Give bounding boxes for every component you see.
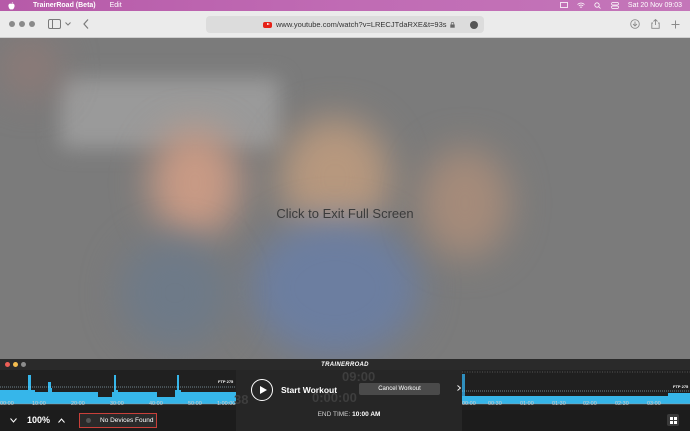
- tick-right-6: 03:00: [647, 401, 661, 407]
- zoom-decrease-icon[interactable]: [7, 414, 19, 426]
- cast-icon[interactable]: [560, 2, 568, 9]
- lock-icon: [449, 21, 455, 28]
- zoom-level: 100%: [27, 415, 51, 425]
- ghost-interval-time: 09:00: [342, 369, 376, 384]
- zoom-increase-icon[interactable]: [55, 414, 67, 426]
- tick-left-2: 20:00: [71, 401, 85, 407]
- end-time: END TIME: 10:00 AM: [236, 411, 462, 418]
- ftp-label-right: FTP 275: [673, 384, 689, 389]
- trainerroad-logo: TRAINERROAD: [321, 361, 369, 368]
- url-text[interactable]: www.youtube.com/watch?v=LRECJTdaRXE&t=93…: [276, 20, 447, 29]
- apple-icon[interactable]: [8, 1, 17, 10]
- trainerroad-window: TRAINERROAD FTP 275 00:00 10:00 20:00 30…: [0, 359, 690, 431]
- close-window-button[interactable]: [9, 21, 15, 27]
- start-workout-label[interactable]: Start Workout: [281, 385, 337, 395]
- blurred-person-right: [420, 148, 510, 258]
- end-time-label: END TIME:: [317, 411, 351, 418]
- tick-right-3: 01:30: [552, 401, 566, 407]
- tick-right-4: 02:00: [583, 401, 597, 407]
- browser-toolbar: www.youtube.com/watch?v=LRECJTdaRXE&t=93…: [0, 11, 690, 38]
- tick-left-3: 30:00: [110, 401, 124, 407]
- app-menu[interactable]: TrainerRoad (Beta): [33, 2, 96, 9]
- download-icon[interactable]: [630, 19, 640, 29]
- wifi-icon[interactable]: [577, 2, 585, 9]
- new-tab-icon[interactable]: [670, 19, 680, 29]
- menu-bar: TrainerRoad (Beta) Edit Sat 20 Nov 09:03: [0, 0, 690, 11]
- tick-right-2: 01:00: [520, 401, 534, 407]
- tick-left-5: 50:00: [188, 401, 202, 407]
- device-icon: [86, 418, 91, 423]
- control-center-icon[interactable]: [611, 2, 619, 9]
- exit-fullscreen-text[interactable]: Click to Exit Full Screen: [0, 206, 690, 221]
- clock[interactable]: Sat 20 Nov 09:03: [628, 2, 682, 9]
- tick-left-6: 1:00:00: [217, 401, 236, 407]
- window-controls: [9, 21, 35, 27]
- workout-control-panel: 09:00 0:00:00 38 Start Workout Cancel Wo…: [234, 369, 462, 431]
- bottom-bar-left: 100% No Devices Found: [0, 410, 236, 431]
- blurred-person-left: [150, 128, 240, 238]
- zoom-window-button[interactable]: [29, 21, 35, 27]
- tick-left-0: 00:00: [0, 401, 14, 407]
- tick-left-1: 10:00: [32, 401, 46, 407]
- play-button[interactable]: [251, 379, 273, 401]
- youtube-favicon-icon: [263, 21, 272, 28]
- interval-chart[interactable]: FTP 275 00:00 00:30 01:00 01:30 02:00 02…: [462, 370, 690, 410]
- search-icon[interactable]: [594, 2, 602, 9]
- minimize-window-button[interactable]: [19, 21, 25, 27]
- video-player[interactable]: Click to Exit Full Screen: [0, 38, 690, 359]
- tick-left-4: 40:00: [149, 401, 163, 407]
- devices-label: No Devices Found: [100, 417, 154, 424]
- devices-button[interactable]: No Devices Found: [79, 413, 157, 428]
- sidebar-icon[interactable]: [48, 19, 62, 29]
- bottom-bar-right: [462, 410, 690, 431]
- ftp-label-left: FTP 275: [218, 379, 234, 384]
- more-options-icon[interactable]: [470, 20, 478, 29]
- blurred-corner: [0, 38, 60, 98]
- cancel-workout-button[interactable]: Cancel Workout: [359, 383, 440, 395]
- share-icon[interactable]: [650, 19, 660, 29]
- workout-profile-chart[interactable]: FTP 275 00:00 10:00 20:00 30:00 40:00 50…: [0, 370, 236, 410]
- back-icon[interactable]: [83, 18, 91, 30]
- tick-right-5: 02:30: [615, 401, 629, 407]
- tick-right-1: 00:30: [488, 401, 502, 407]
- end-time-value: 10:00 AM: [352, 411, 381, 418]
- blurred-shirt: [250, 218, 420, 358]
- tick-right-0: 00:00: [462, 401, 476, 407]
- grid-view-icon[interactable]: [667, 414, 679, 426]
- ghost-power-value: 38: [234, 392, 249, 407]
- blurred-shirt-left: [120, 238, 230, 348]
- address-bar[interactable]: www.youtube.com/watch?v=LRECJTdaRXE&t=93…: [206, 16, 484, 33]
- chevron-down-icon[interactable]: [65, 19, 71, 29]
- edit-menu[interactable]: Edit: [110, 2, 122, 9]
